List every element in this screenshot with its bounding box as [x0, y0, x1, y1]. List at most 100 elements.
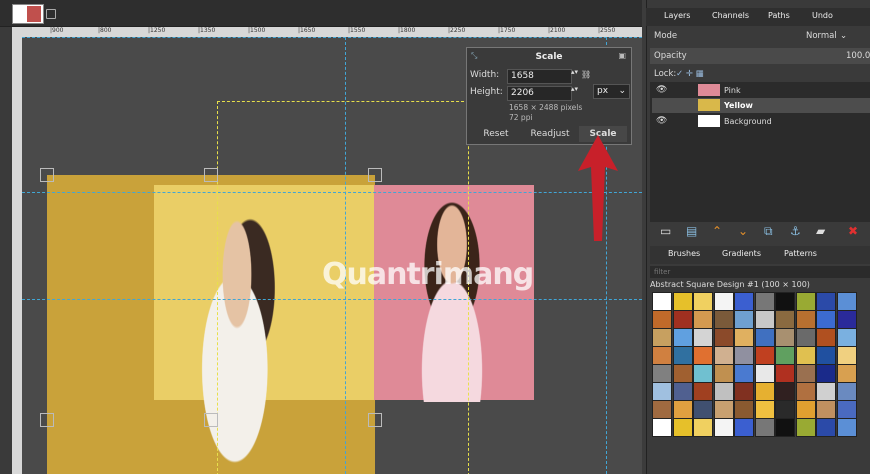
pattern-swatch[interactable] — [672, 310, 693, 329]
pattern-swatch[interactable] — [795, 292, 816, 311]
width-spin-icon[interactable]: ▴▾ — [571, 68, 578, 76]
pattern-swatch[interactable] — [816, 364, 836, 383]
pattern-swatch[interactable] — [734, 310, 754, 329]
tab-layers[interactable]: Layers — [664, 11, 690, 20]
pattern-swatch[interactable] — [734, 418, 754, 437]
pattern-swatch[interactable] — [652, 346, 672, 365]
tab-paths[interactable]: Paths — [768, 11, 790, 20]
anchor-icon[interactable]: ⚓ — [790, 224, 801, 238]
pattern-swatch[interactable] — [816, 328, 836, 347]
layer-row[interactable]: Yellow — [652, 98, 870, 113]
height-input[interactable]: 2206 — [507, 86, 572, 101]
pattern-swatch[interactable] — [734, 382, 754, 401]
chevron-down-icon[interactable]: ⌄ — [840, 28, 847, 44]
duplicate-layer-icon[interactable]: ⧉ — [764, 224, 773, 239]
image-tab-thumbnail[interactable] — [12, 4, 44, 24]
pattern-swatch[interactable] — [795, 382, 816, 401]
pattern-swatch[interactable] — [652, 328, 672, 347]
tab-patterns[interactable]: Patterns — [784, 249, 817, 258]
width-input[interactable]: 1658 — [507, 69, 572, 84]
pattern-swatch[interactable] — [672, 418, 693, 437]
pattern-swatch[interactable] — [816, 418, 836, 437]
pattern-swatch[interactable] — [795, 346, 816, 365]
pattern-swatch[interactable] — [816, 400, 836, 419]
pattern-swatch[interactable] — [713, 310, 734, 329]
lock-pixels-icon[interactable]: ✓ ✛ ▦ — [676, 66, 704, 82]
pattern-swatch[interactable] — [713, 400, 734, 419]
pattern-swatch[interactable] — [795, 400, 816, 419]
pattern-swatch[interactable] — [775, 346, 795, 365]
pattern-swatch[interactable] — [795, 364, 816, 383]
pattern-swatch[interactable] — [672, 400, 693, 419]
pattern-swatch[interactable] — [754, 346, 775, 365]
pattern-swatch[interactable] — [775, 364, 795, 383]
layer-row[interactable]: 👁 Background — [652, 114, 870, 129]
vertical-ruler[interactable] — [12, 37, 22, 474]
readjust-button[interactable]: Readjust — [523, 126, 577, 142]
pattern-swatch[interactable] — [836, 310, 857, 329]
pattern-swatch[interactable] — [652, 310, 672, 329]
pattern-swatch[interactable] — [693, 382, 713, 401]
guide-horizontal[interactable] — [22, 37, 642, 38]
mode-select[interactable]: Normal — [806, 28, 837, 44]
pattern-swatch[interactable] — [816, 382, 836, 401]
pattern-swatch[interactable] — [652, 418, 672, 437]
pattern-swatch[interactable] — [836, 418, 857, 437]
pattern-swatch[interactable] — [652, 364, 672, 383]
pattern-swatch[interactable] — [775, 310, 795, 329]
pattern-swatch[interactable] — [795, 328, 816, 347]
pattern-swatch[interactable] — [734, 292, 754, 311]
pattern-swatch[interactable] — [754, 292, 775, 311]
pattern-swatch[interactable] — [713, 382, 734, 401]
pattern-swatch[interactable] — [836, 292, 857, 311]
pattern-swatch[interactable] — [775, 418, 795, 437]
chain-link-icon[interactable]: ⛓ — [581, 70, 591, 79]
pattern-swatch[interactable] — [836, 328, 857, 347]
pattern-swatch[interactable] — [836, 346, 857, 365]
dialog-close-icon[interactable]: ▣ — [618, 51, 626, 60]
horizontal-ruler[interactable]: |900 |800 |1250 |1350 |1500 |1650 |1550 … — [12, 27, 642, 37]
pattern-swatch[interactable] — [713, 364, 734, 383]
pattern-swatch[interactable] — [734, 328, 754, 347]
pattern-swatch[interactable] — [713, 418, 734, 437]
pattern-swatch[interactable] — [795, 310, 816, 329]
filter-input[interactable]: filter — [650, 266, 870, 278]
eye-icon[interactable]: 👁 — [656, 114, 667, 129]
eye-icon[interactable]: 👁 — [656, 83, 667, 98]
pattern-swatch[interactable] — [754, 310, 775, 329]
pattern-swatch[interactable] — [693, 328, 713, 347]
pattern-swatch[interactable] — [693, 310, 713, 329]
unit-select[interactable]: px ⌄ — [593, 84, 630, 99]
delete-layer-icon[interactable]: ✖ — [848, 224, 858, 238]
pattern-swatch[interactable] — [836, 364, 857, 383]
transform-handle[interactable] — [204, 168, 218, 182]
raise-layer-icon[interactable]: ⌃ — [712, 224, 722, 238]
transform-handle[interactable] — [204, 413, 218, 427]
pattern-swatch[interactable] — [713, 292, 734, 311]
pattern-swatch[interactable] — [775, 400, 795, 419]
height-spin-icon[interactable]: ▴▾ — [571, 85, 578, 93]
pattern-swatch[interactable] — [795, 418, 816, 437]
opacity-value[interactable]: 100.0 — [846, 48, 870, 64]
pattern-swatch[interactable] — [672, 346, 693, 365]
pattern-swatch[interactable] — [836, 400, 857, 419]
pattern-swatch[interactable] — [672, 382, 693, 401]
pattern-swatch[interactable] — [693, 364, 713, 383]
transform-handle[interactable] — [368, 413, 382, 427]
tab-brushes[interactable]: Brushes — [668, 249, 700, 258]
pattern-swatch[interactable] — [754, 382, 775, 401]
pattern-swatch[interactable] — [734, 400, 754, 419]
layer-row[interactable]: 👁 Pink — [652, 83, 870, 98]
transform-handle[interactable] — [40, 413, 54, 427]
close-tab-icon[interactable] — [46, 9, 56, 19]
pattern-swatch[interactable] — [693, 346, 713, 365]
pattern-swatch[interactable] — [775, 382, 795, 401]
pattern-swatch[interactable] — [652, 292, 672, 311]
transform-handle[interactable] — [40, 168, 54, 182]
tab-gradients[interactable]: Gradients — [722, 249, 761, 258]
pattern-swatch[interactable] — [652, 400, 672, 419]
pattern-swatch[interactable] — [754, 364, 775, 383]
pattern-swatch[interactable] — [754, 328, 775, 347]
new-group-icon[interactable]: ▤ — [686, 224, 697, 238]
pattern-swatch[interactable] — [672, 292, 693, 311]
